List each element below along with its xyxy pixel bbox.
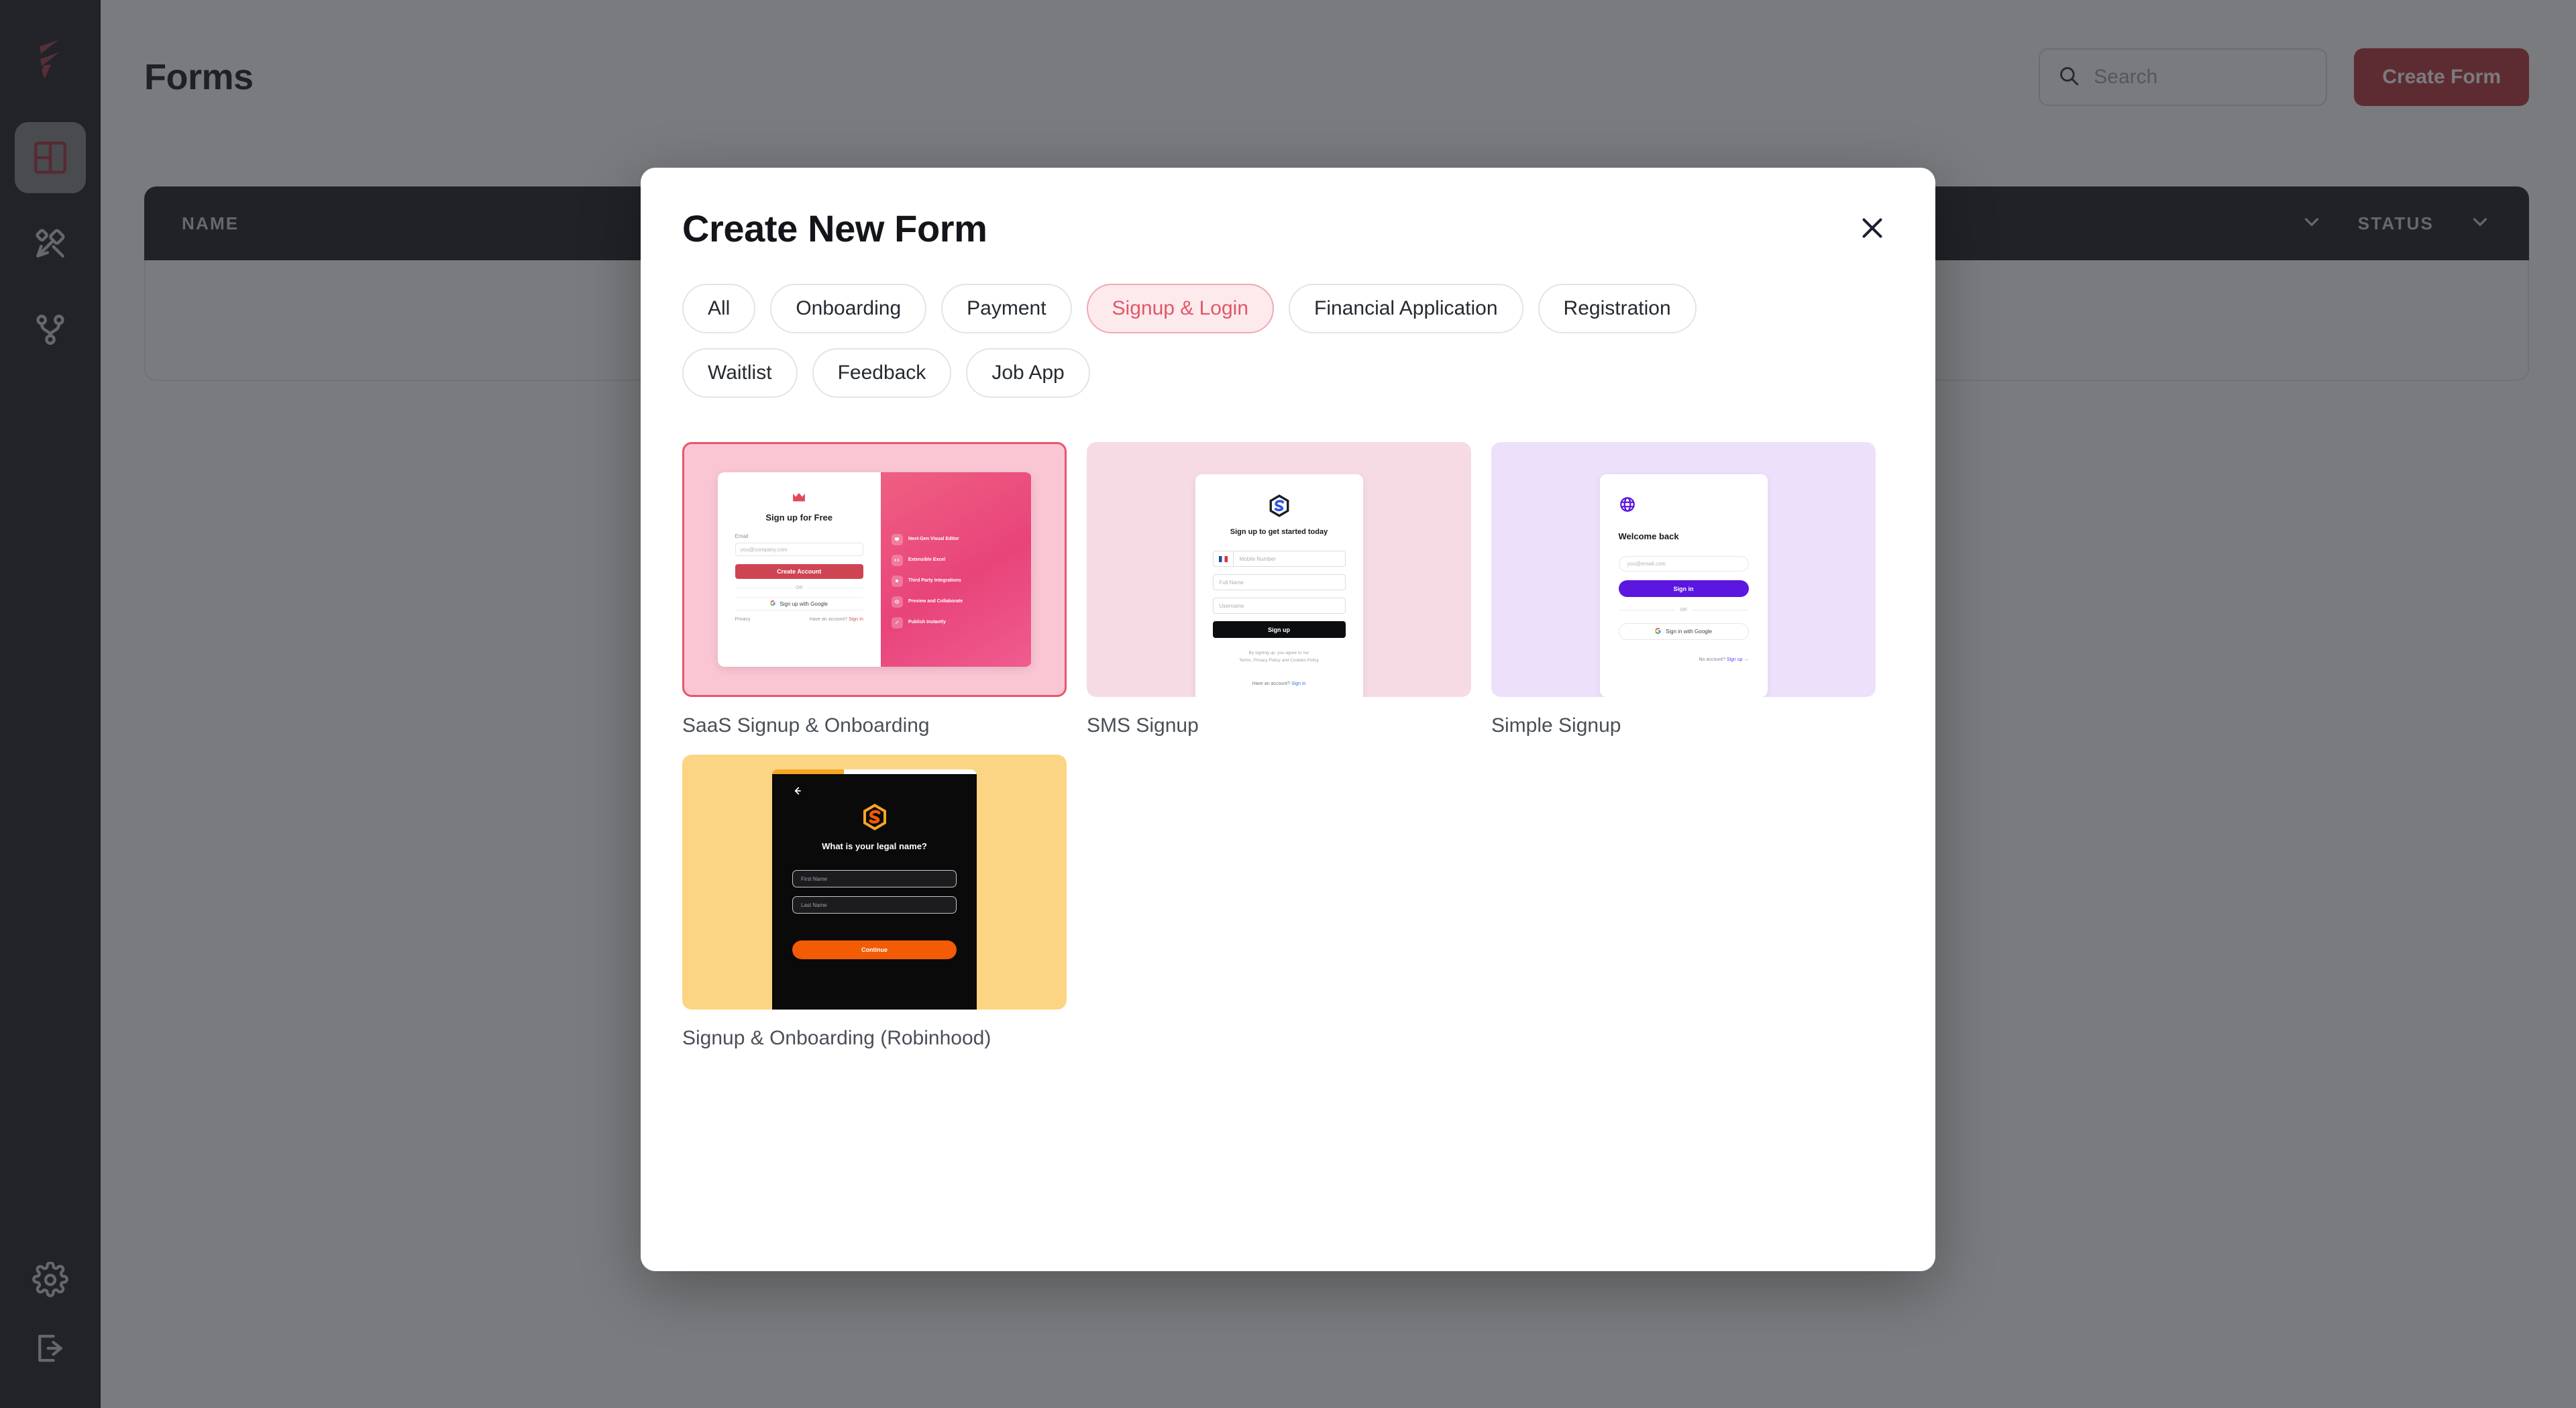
preview-heading: Sign up to get started today [1230, 528, 1328, 536]
template-label: SMS Signup [1087, 714, 1199, 737]
feature-icon [891, 575, 903, 587]
category-filter-chips: All Onboarding Payment Signup & Login Fi… [682, 284, 1823, 398]
s-hexagon-orange-icon [792, 804, 957, 830]
preview-divider-label: OR [795, 586, 803, 590]
preview-divider: OR [735, 586, 863, 590]
preview-google-button: Sign up with Google [735, 597, 863, 610]
template-card-saas-signup[interactable]: Sign up for Free Email you@company.com C… [682, 442, 1067, 737]
template-card-robinhood-onboarding[interactable]: What is your legal name? First Name Last… [682, 755, 1067, 1050]
filter-chip-registration[interactable]: Registration [1538, 284, 1697, 333]
preview-terms: By signing up, you agree to our Terms, P… [1213, 649, 1346, 664]
preview-feature-item: Third Party Integrations [891, 575, 1022, 587]
preview-footer: Have an account? Sign in [1213, 682, 1346, 686]
preview-google-label: Sign up with Google [780, 600, 828, 607]
template-preview[interactable]: Sign up to get started today Mobile Numb… [1087, 442, 1471, 697]
preview-phone-field: Mobile Number [1212, 551, 1346, 567]
feature-icon [891, 554, 903, 566]
preview-terms-line2: Terms, Privacy Policy and Cookies Policy [1239, 658, 1319, 663]
preview-feature-item: Publish Instantly [891, 616, 1022, 629]
globe-icon [1619, 496, 1749, 517]
preview-firstname-field: First Name [792, 870, 957, 887]
preview-footer: Privacy Have an account? Sign In [735, 617, 863, 622]
preview-footer-text: No account? [1699, 657, 1725, 662]
preview-google-label: Sign in with Google [1666, 629, 1712, 635]
preview-feature-label: Third Party Integrations [908, 578, 961, 584]
create-form-modal: Create New Form All Onboarding Payment S… [641, 168, 1935, 1271]
feature-icon [891, 533, 903, 545]
preview-feature-item: Next-Gen Visual Editor [891, 533, 1022, 545]
preview-heading: Sign up for Free [765, 512, 833, 523]
preview-google-button: Sign in with Google [1618, 623, 1749, 640]
arrow-left-icon [792, 785, 804, 797]
preview-footer-text: Have an account? [809, 617, 848, 622]
template-preview[interactable]: What is your legal name? First Name Last… [682, 755, 1067, 1010]
filter-chip-onboarding[interactable]: Onboarding [770, 284, 927, 333]
crown-icon [735, 492, 863, 503]
preview-feature-item: Preview and Collaborate [891, 596, 1022, 608]
progress-bar [772, 769, 977, 774]
preview-phone-placeholder: Mobile Number [1239, 555, 1276, 562]
preview-feature-label: Publish Instantly [908, 620, 946, 625]
preview-footer-link: Sign up → [1726, 657, 1749, 662]
template-card-simple-signup[interactable]: Welcome back you@email.com Sign in OR Si… [1491, 442, 1876, 737]
preview-primary-button: Create Account [735, 564, 863, 579]
s-hexagon-icon [1213, 494, 1346, 517]
close-icon[interactable] [1851, 207, 1894, 250]
template-preview[interactable]: Sign up for Free Email you@company.com C… [682, 442, 1067, 697]
template-preview[interactable]: Welcome back you@email.com Sign in OR Si… [1491, 442, 1876, 697]
template-label: SaaS Signup & Onboarding [682, 714, 930, 737]
template-label: Simple Signup [1491, 714, 1621, 737]
modal-header: Create New Form [682, 207, 1894, 250]
preview-primary-button: Sign in [1618, 580, 1749, 597]
preview-feature-label: Extensible Excel [908, 557, 946, 563]
preview-footer-link: Sign in [1291, 682, 1306, 687]
preview-footer-link: Sign In [849, 617, 863, 622]
preview-fullname-field: Full Name [1212, 574, 1346, 590]
template-card-sms-signup[interactable]: Sign up to get started today Mobile Numb… [1087, 442, 1471, 737]
filter-chip-financial-application[interactable]: Financial Application [1289, 284, 1523, 333]
preview-feature-item: Extensible Excel [891, 554, 1022, 566]
feature-icon [891, 596, 903, 608]
modal-title: Create New Form [682, 207, 987, 250]
filter-chip-waitlist[interactable]: Waitlist [682, 348, 798, 398]
preview-username-field: Username [1212, 598, 1346, 614]
template-grid: Sign up for Free Email you@company.com C… [682, 442, 1894, 1050]
template-label: Signup & Onboarding (Robinhood) [682, 1027, 991, 1049]
app-root: Forms Search Create Form NAME [0, 0, 2576, 1408]
preview-footer-privacy: Privacy [735, 617, 751, 622]
preview-email-field: you@email.com [1618, 556, 1749, 572]
preview-lastname-field: Last Name [792, 896, 957, 914]
preview-heading: What is your legal name? [822, 841, 927, 851]
preview-terms-line1: By signing up, you agree to our [1248, 651, 1309, 655]
preview-primary-button: Continue [792, 940, 957, 959]
filter-chip-signup-login[interactable]: Signup & Login [1086, 284, 1275, 333]
google-icon [1655, 628, 1661, 635]
flag-icon [1214, 551, 1234, 566]
preview-footer: No account? Sign up → [1619, 657, 1749, 662]
preview-primary-button: Sign up [1212, 621, 1346, 638]
filter-chip-all[interactable]: All [682, 284, 756, 333]
preview-feature-panel: Next-Gen Visual Editor Extensible Excel … [880, 472, 1032, 667]
preview-field-label: Email [735, 533, 749, 539]
filter-chip-feedback[interactable]: Feedback [812, 348, 952, 398]
preview-email-field: you@company.com [735, 543, 863, 556]
filter-chip-payment[interactable]: Payment [941, 284, 1072, 333]
filter-chip-job-app[interactable]: Job App [966, 348, 1090, 398]
preview-feature-label: Preview and Collaborate [908, 599, 963, 604]
preview-divider-label: OR [1680, 608, 1687, 612]
preview-divider: OR [1619, 608, 1749, 612]
feature-icon [891, 616, 903, 629]
preview-feature-label: Next-Gen Visual Editor [908, 537, 959, 542]
preview-heading: Welcome back [1618, 531, 1679, 541]
preview-footer-text: Have an account? [1252, 682, 1291, 687]
google-icon [770, 600, 776, 607]
